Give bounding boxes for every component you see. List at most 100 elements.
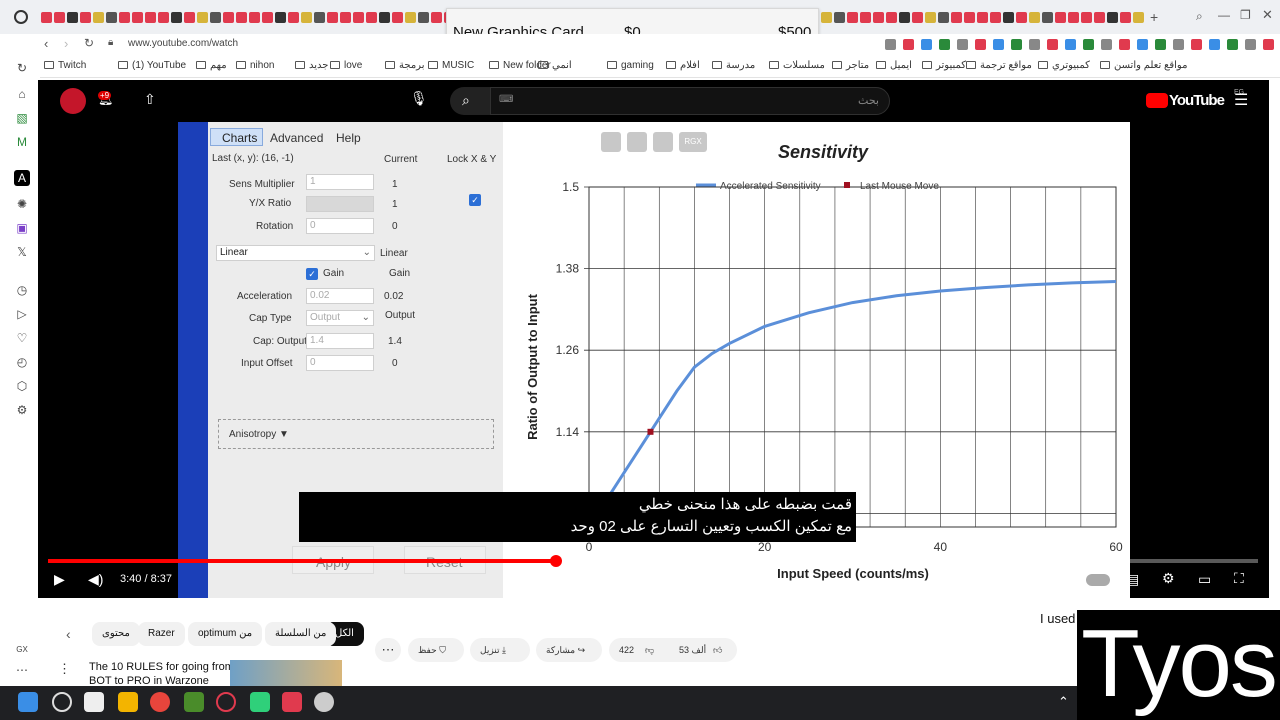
- browser-tab[interactable]: [912, 11, 923, 23]
- browser-tab[interactable]: [93, 11, 104, 23]
- reload-icon[interactable]: ↻: [84, 36, 94, 50]
- extension-icons[interactable]: [884, 38, 1274, 52]
- browser-tab[interactable]: [418, 11, 429, 23]
- search-input[interactable]: بحث ⌨: [490, 87, 890, 115]
- more-icon[interactable]: ⋯: [14, 662, 30, 678]
- browser-tab[interactable]: [821, 11, 832, 23]
- bookmark-item[interactable]: nihon: [236, 60, 274, 71]
- extension-icon[interactable]: [885, 38, 896, 50]
- browser-tab[interactable]: [847, 11, 858, 23]
- menu-icon[interactable]: ☰: [1234, 90, 1248, 110]
- bookmark-item[interactable]: انمي: [538, 60, 572, 71]
- gain-checkbox[interactable]: ✓: [306, 268, 318, 280]
- browser-tab[interactable]: [314, 11, 325, 23]
- extension-icon[interactable]: ⌂: [14, 86, 30, 102]
- extension-icon[interactable]: [903, 38, 914, 50]
- bookmark-item[interactable]: مدرسة: [712, 60, 755, 71]
- tray-chevron-icon[interactable]: ⌃: [1058, 694, 1069, 710]
- bookmark-item[interactable]: مواقع ترجمة: [966, 60, 1032, 71]
- x-twitter-icon[interactable]: 𝕏: [14, 244, 30, 260]
- browser-tab[interactable]: [210, 11, 221, 23]
- download-button[interactable]: تنزيل ⤓: [470, 638, 530, 662]
- rec-video-title-2[interactable]: BOT to PRO in Warzone: [89, 675, 209, 685]
- bookmark-item[interactable]: مواقع تعلم واتسن: [1100, 60, 1187, 71]
- extension-icon[interactable]: [1083, 38, 1094, 50]
- bookmark-item[interactable]: love: [330, 60, 362, 71]
- bookmark-item[interactable]: gaming: [607, 60, 654, 71]
- new-tab-icon[interactable]: +: [1150, 9, 1158, 25]
- send-icon[interactable]: ▷: [14, 306, 30, 322]
- opera-gx-taskbar-icon[interactable]: [216, 692, 236, 712]
- youtube-logo[interactable]: YouTube: [1169, 92, 1225, 109]
- browser-tab[interactable]: [54, 11, 65, 23]
- like-dislike-buttons[interactable]: 422 👎︎ 53 ألف 👍︎: [609, 638, 737, 662]
- app-icon-3[interactable]: [250, 692, 270, 712]
- app-icon-2[interactable]: [84, 692, 104, 712]
- browser-tab[interactable]: [379, 11, 390, 23]
- progress-track[interactable]: [48, 555, 1258, 567]
- browser-tab[interactable]: [990, 11, 1001, 23]
- autoplay-toggle[interactable]: [1086, 574, 1110, 586]
- extension-icon[interactable]: [1209, 38, 1220, 50]
- browser-tab[interactable]: [899, 11, 910, 23]
- extension-icon[interactable]: [1245, 38, 1256, 50]
- keyboard-icon[interactable]: ⌨: [499, 94, 513, 105]
- browser-tab[interactable]: [1081, 11, 1092, 23]
- extension-icon[interactable]: [921, 38, 932, 50]
- volume-icon[interactable]: ◀︎): [88, 571, 103, 588]
- browser-tab[interactable]: [41, 11, 52, 23]
- heart-icon[interactable]: ♡: [14, 330, 30, 346]
- browser-tab[interactable]: [431, 11, 442, 23]
- captions-icon[interactable]: ▤: [1126, 571, 1139, 588]
- browser-tab[interactable]: [886, 11, 897, 23]
- bookmark-item[interactable]: (1) YouTube: [118, 60, 186, 71]
- bookmark-item[interactable]: MUSIC: [428, 60, 474, 71]
- extension-icon[interactable]: [1011, 38, 1022, 50]
- extension-icon[interactable]: [1029, 38, 1040, 50]
- browser-tab[interactable]: [1107, 11, 1118, 23]
- fullscreen-icon[interactable]: ⛶: [1234, 570, 1244, 587]
- browser-tab[interactable]: [171, 11, 182, 23]
- extension-icon[interactable]: [1101, 38, 1112, 50]
- browser-tab[interactable]: [80, 11, 91, 23]
- gx-mod-icon[interactable]: M: [14, 134, 30, 150]
- browser-tab[interactable]: [119, 11, 130, 23]
- browser-tab[interactable]: [1068, 11, 1079, 23]
- rec-video-thumbnail[interactable]: [230, 660, 342, 686]
- extension-icon[interactable]: [993, 38, 1004, 50]
- browser-tab[interactable]: [197, 11, 208, 23]
- bookmark-item[interactable]: متاجر: [832, 60, 869, 71]
- windows-start-icon[interactable]: [18, 692, 38, 712]
- browser-tab[interactable]: [236, 11, 247, 23]
- extension-icon[interactable]: [939, 38, 950, 50]
- browser-tab[interactable]: [327, 11, 338, 23]
- bookmark-item[interactable]: ايميل: [876, 60, 912, 71]
- settings-gear-icon[interactable]: ⚙: [1162, 570, 1175, 587]
- maximize-icon[interactable]: ❐: [1240, 8, 1251, 22]
- microphone-icon[interactable]: 🎙︎: [410, 90, 428, 107]
- chrome-icon[interactable]: [150, 692, 170, 712]
- create-upload-icon[interactable]: ⇧: [144, 91, 156, 108]
- chips-prev-icon[interactable]: ‹: [66, 626, 71, 642]
- bookmark-item[interactable]: مهم: [196, 60, 227, 71]
- browser-tab[interactable]: [873, 11, 884, 23]
- bookmark-item[interactable]: Twitch: [44, 60, 86, 71]
- menu-charts[interactable]: Charts: [210, 128, 263, 146]
- chip-optimum[interactable]: optimum من: [188, 622, 263, 646]
- sens-multiplier-field[interactable]: 1: [306, 174, 374, 190]
- browser-tab[interactable]: [145, 11, 156, 23]
- input-offset-field[interactable]: 0: [306, 355, 374, 371]
- url-field[interactable]: www.youtube.com/watch: [128, 38, 238, 49]
- rec-more-icon[interactable]: ⋮: [58, 661, 71, 677]
- like-icon[interactable]: 👍︎: [713, 638, 722, 662]
- more-actions-icon[interactable]: ⋯: [375, 638, 401, 662]
- app-icon-5[interactable]: [314, 692, 334, 712]
- opera-gx-logo[interactable]: [14, 10, 28, 24]
- extension-icon[interactable]: [957, 38, 968, 50]
- anisotropy-expander[interactable]: Anisotropy ▼: [218, 419, 494, 449]
- clock-icon[interactable]: ◴: [14, 354, 30, 370]
- browser-tab[interactable]: [1003, 11, 1014, 23]
- browser-tab[interactable]: [158, 11, 169, 23]
- app-icon-1[interactable]: [52, 692, 72, 712]
- bookmark-item[interactable]: كمبيوتري: [1038, 60, 1090, 71]
